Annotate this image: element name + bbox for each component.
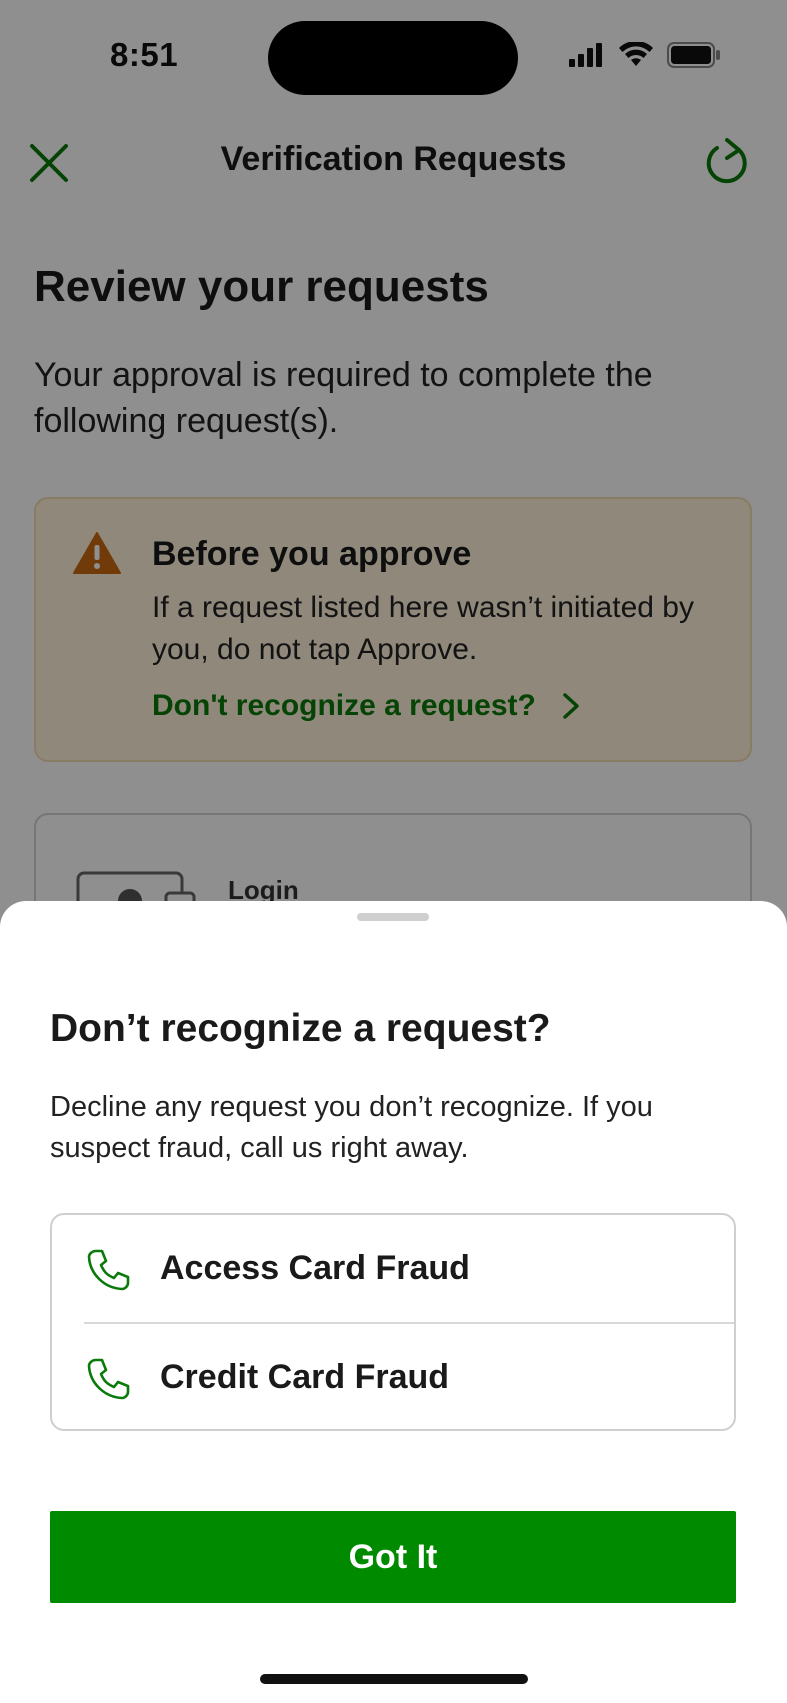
bottom-sheet: Don’t recognize a request? Decline any r… <box>0 901 787 1703</box>
contact-label: Credit Card Fraud <box>160 1358 450 1396</box>
phone-icon <box>87 1358 130 1399</box>
contact-row-credit-card-fraud[interactable]: Credit Card Fraud <box>52 1324 734 1429</box>
sheet-description: Decline any request you don’t recognize.… <box>50 1091 653 1164</box>
contact-row-access-card-fraud[interactable]: Access Card Fraud <box>52 1215 734 1322</box>
contact-label: Access Card Fraud <box>160 1249 470 1287</box>
home-indicator[interactable] <box>260 1674 528 1684</box>
sheet-title: Don’t recognize a request? <box>50 1007 551 1050</box>
fraud-contact-list: Access Card Fraud Credit Card Fraud <box>50 1213 736 1431</box>
sheet-grabber[interactable] <box>357 913 429 921</box>
got-it-button[interactable]: Got It <box>50 1511 736 1603</box>
phone-icon <box>87 1249 130 1290</box>
